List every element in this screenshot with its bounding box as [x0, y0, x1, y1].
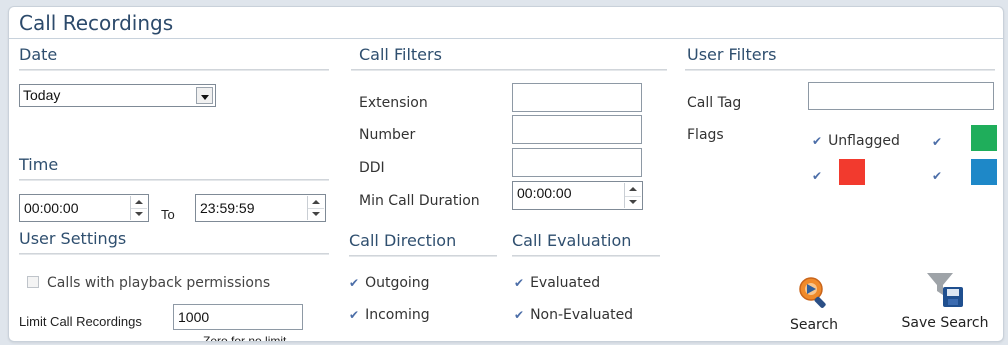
date-select-value: Today	[23, 87, 61, 103]
call-direction-heading: Call Direction	[349, 231, 457, 250]
outgoing-label: Outgoing	[365, 275, 430, 291]
min-duration-value: 00:00:00	[517, 185, 572, 201]
call-filters-divider	[351, 69, 667, 71]
user-settings-divider	[19, 253, 329, 255]
outgoing-checkbox[interactable]: ✔ Outgoing	[349, 275, 430, 291]
time-to-spinner[interactable]	[307, 196, 324, 220]
flag-green-swatch	[971, 125, 997, 151]
search-label: Search	[789, 317, 839, 333]
evaluated-checkbox[interactable]: ✔ Evaluated	[514, 275, 600, 291]
spinner-down-icon[interactable]	[131, 208, 147, 220]
date-heading: Date	[19, 45, 58, 64]
spinner-up-icon[interactable]	[625, 183, 641, 197]
time-to-value: 23:59:59	[200, 200, 255, 216]
checkmark-icon: ✔	[349, 308, 360, 322]
checkmark-icon: ✔	[514, 308, 525, 322]
checkmark-icon: ✔	[349, 276, 360, 290]
date-divider	[19, 69, 329, 71]
flag-blue-checkbox[interactable]: ✔	[932, 169, 942, 183]
incoming-checkbox[interactable]: ✔ Incoming	[349, 307, 430, 323]
page-title: Call Recordings	[19, 11, 174, 35]
time-to-input[interactable]: 23:59:59	[195, 194, 326, 222]
time-heading: Time	[19, 155, 59, 174]
user-filters-heading: User Filters	[687, 45, 777, 64]
ddi-label: DDI	[359, 160, 385, 176]
limit-hint: Zero for no limit	[203, 334, 287, 342]
evaluated-label: Evaluated	[530, 275, 601, 291]
limit-label: Limit Call Recordings	[19, 314, 142, 329]
checkmark-icon: ✔	[812, 134, 823, 148]
chevron-down-icon[interactable]	[196, 87, 213, 104]
title-divider	[9, 38, 1003, 39]
limit-value: 1000	[178, 309, 210, 325]
time-to-label: To	[161, 207, 175, 222]
call-direction-divider	[349, 255, 497, 257]
spinner-down-icon[interactable]	[625, 196, 641, 209]
time-from-spinner[interactable]	[130, 196, 147, 220]
limit-input[interactable]: 1000	[173, 304, 303, 330]
call-tag-input[interactable]	[808, 82, 994, 110]
extension-label: Extension	[359, 95, 428, 111]
call-recordings-panel: Call Recordings Date Today Time 00:00:00…	[8, 6, 1004, 342]
incoming-label: Incoming	[365, 307, 430, 323]
call-tag-label: Call Tag	[687, 95, 742, 111]
flag-red-checkbox[interactable]: ✔	[812, 169, 822, 183]
min-duration-input[interactable]: 00:00:00	[512, 181, 643, 210]
non-evaluated-checkbox[interactable]: ✔ Non-Evaluated	[514, 307, 633, 323]
flag-blue-swatch	[971, 159, 997, 185]
number-input[interactable]	[512, 115, 642, 144]
ddi-input[interactable]	[512, 148, 642, 177]
search-icon	[799, 277, 826, 308]
time-from-value: 00:00:00	[24, 200, 79, 216]
unflagged-label: Unflagged	[828, 133, 900, 149]
number-label: Number	[359, 127, 416, 143]
save-search-label: Save Search	[901, 315, 989, 331]
time-from-input[interactable]: 00:00:00	[19, 194, 149, 222]
user-filters-divider	[685, 69, 995, 71]
flags-label: Flags	[687, 127, 724, 143]
playback-permissions-label: Calls with playback permissions	[47, 275, 271, 291]
checkmark-icon: ✔	[514, 276, 525, 290]
flag-red-swatch	[839, 159, 865, 185]
search-button[interactable]: Search	[779, 275, 849, 333]
min-duration-label: Min Call Duration	[359, 193, 480, 209]
call-filters-heading: Call Filters	[359, 45, 442, 64]
playback-permissions-checkbox[interactable]: Calls with playback permissions	[27, 275, 270, 291]
user-settings-heading: User Settings	[19, 229, 127, 248]
unchecked-box-icon	[27, 276, 39, 288]
unflagged-checkbox[interactable]: ✔ Unflagged	[812, 133, 900, 149]
flag-green-checkbox[interactable]: ✔	[932, 135, 942, 149]
extension-input[interactable]	[512, 83, 642, 112]
date-select[interactable]: Today	[19, 84, 216, 107]
call-evaluation-divider	[512, 255, 660, 257]
min-duration-spinner[interactable]	[624, 183, 641, 208]
spinner-down-icon[interactable]	[308, 208, 324, 220]
save-search-button[interactable]: Save Search	[897, 267, 993, 331]
save-filter-icon	[927, 273, 963, 307]
call-evaluation-heading: Call Evaluation	[512, 231, 632, 250]
time-divider	[19, 179, 329, 181]
non-evaluated-label: Non-Evaluated	[530, 307, 634, 323]
